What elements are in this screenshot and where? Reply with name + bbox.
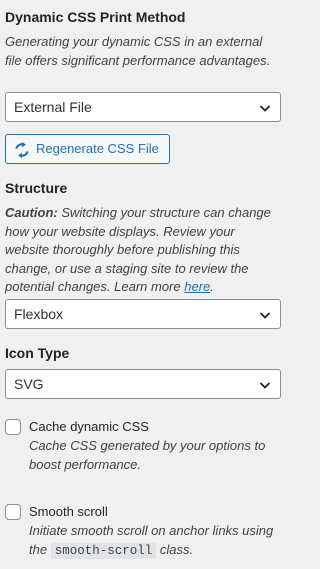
print-method-select-value: External File — [14, 99, 92, 115]
icon-type-title: Icon Type — [5, 345, 70, 361]
cache-dynamic-css-label: Cache dynamic CSS — [29, 419, 149, 434]
smooth-scroll-class-code: smooth-scroll — [50, 542, 157, 559]
icon-type-select-value: SVG — [14, 376, 44, 392]
print-method-description: Generating your dynamic CSS in an extern… — [5, 34, 271, 68]
icon-type-select[interactable]: SVG — [5, 369, 281, 399]
structure-select[interactable]: Flexbox — [5, 299, 281, 329]
chevron-down-icon — [259, 105, 271, 112]
chevron-down-icon — [259, 312, 271, 319]
regenerate-css-label: Regenerate CSS File — [36, 141, 159, 156]
regenerate-css-button[interactable]: Regenerate CSS File — [5, 134, 170, 164]
smooth-scroll-checkbox[interactable] — [5, 504, 21, 520]
caution-label: Caution: — [5, 205, 58, 220]
smooth-scroll-description: Initiate smooth scroll on anchor links u… — [29, 522, 281, 560]
caution-end: . — [210, 279, 214, 294]
print-method-title: Dynamic CSS Print Method — [5, 9, 186, 25]
structure-description: Caution: Switching your structure can ch… — [5, 204, 279, 297]
chevron-down-icon — [259, 382, 271, 389]
structure-select-value: Flexbox — [14, 306, 64, 322]
generatepress-settings-panel: Dynamic CSS Print Method Generating your… — [0, 0, 283, 569]
smooth-scroll-desc-end: class. — [156, 541, 194, 557]
structure-title: Structure — [5, 180, 68, 196]
refresh-icon — [15, 142, 29, 158]
cache-dynamic-css-description: Cache CSS generated by your options to b… — [29, 438, 266, 472]
learn-more-link[interactable]: here — [184, 279, 210, 294]
print-method-select[interactable]: External File — [5, 92, 281, 122]
smooth-scroll-label: Smooth scroll — [29, 504, 108, 519]
cache-dynamic-css-checkbox[interactable] — [5, 419, 21, 435]
